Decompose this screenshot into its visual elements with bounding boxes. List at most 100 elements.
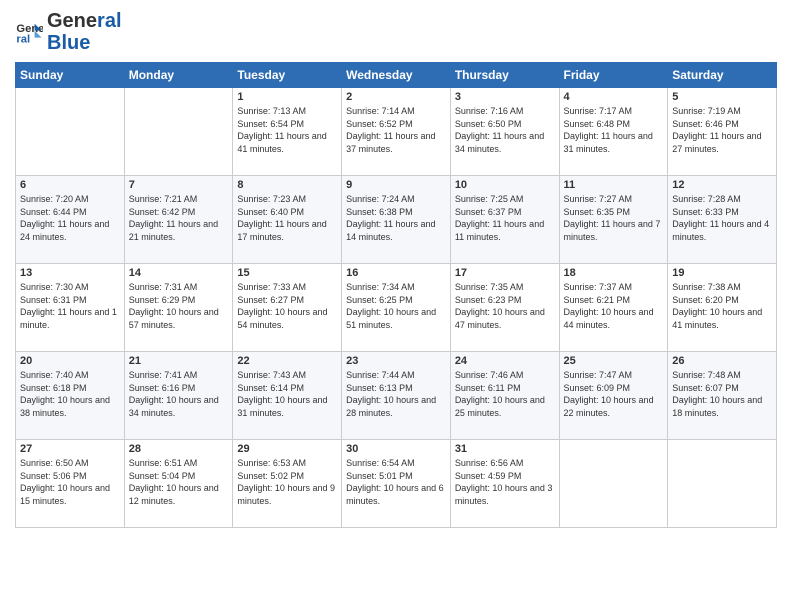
- day-info: Sunrise: 7:30 AM Sunset: 6:31 PM Dayligh…: [20, 281, 120, 331]
- calendar-cell: 23Sunrise: 7:44 AM Sunset: 6:13 PM Dayli…: [342, 352, 451, 440]
- day-number: 22: [237, 355, 337, 367]
- calendar-week-row: 20Sunrise: 7:40 AM Sunset: 6:18 PM Dayli…: [16, 352, 777, 440]
- day-info: Sunrise: 7:48 AM Sunset: 6:07 PM Dayligh…: [672, 369, 772, 419]
- calendar-cell: 22 Sunrise: 7:43 AM Sunset: 6:14 PM Dayli…: [233, 352, 342, 440]
- day-info: Sunrise: 7:47 AM Sunset: 6:09 PM Dayligh…: [564, 369, 664, 419]
- day-info: Sunrise: 7:43 AM Sunset: 6:14 PM Dayligh…: [237, 369, 337, 419]
- day-number: 4: [564, 91, 664, 103]
- calendar-cell: 31 Sunrise: 6:56 AM Sunset: 4:59 PM Dayli…: [450, 440, 559, 528]
- calendar-week-row: 6Sunrise: 7:20 AM Sunset: 6:44 PM Daylig…: [16, 176, 777, 264]
- calendar-header-row: SundayMondayTuesdayWednesdayThursdayFrid…: [16, 63, 777, 88]
- header: Gene ral GeneralBlue: [15, 10, 777, 54]
- calendar-day-header: Tuesday: [233, 63, 342, 88]
- day-number: 1: [237, 91, 337, 103]
- calendar-cell: 10 Sunrise: 7:25 AM Sunset: 6:37 PM Dayli…: [450, 176, 559, 264]
- day-number: 9: [346, 179, 446, 191]
- calendar-cell: 20Sunrise: 7:40 AM Sunset: 6:18 PM Dayli…: [16, 352, 125, 440]
- day-number: 24: [455, 355, 555, 367]
- day-number: 27: [20, 443, 120, 455]
- calendar-cell: 18Sunrise: 7:37 AM Sunset: 6:21 PM Dayli…: [559, 264, 668, 352]
- day-number: 17: [455, 267, 555, 279]
- day-info: Sunrise: 7:37 AM Sunset: 6:21 PM Dayligh…: [564, 281, 664, 331]
- day-info: Sunrise: 7:31 AM Sunset: 6:29 PM Dayligh…: [129, 281, 229, 331]
- calendar-cell: 24 Sunrise: 7:46 AM Sunset: 6:11 PM Dayli…: [450, 352, 559, 440]
- day-number: 8: [237, 179, 337, 191]
- day-number: 16: [346, 267, 446, 279]
- calendar-cell: 5Sunrise: 7:19 AM Sunset: 6:46 PM Daylig…: [668, 88, 777, 176]
- day-number: 26: [672, 355, 772, 367]
- day-info: Sunrise: 7:34 AM Sunset: 6:25 PM Dayligh…: [346, 281, 446, 331]
- calendar: SundayMondayTuesdayWednesdayThursdayFrid…: [15, 62, 777, 528]
- calendar-week-row: 27 Sunrise: 6:50 AM Sunset: 5:06 PM Dayli…: [16, 440, 777, 528]
- day-info: Sunrise: 6:50 AM Sunset: 5:06 PM Dayligh…: [20, 457, 120, 507]
- calendar-cell: 28 Sunrise: 6:51 AM Sunset: 5:04 PM Dayli…: [124, 440, 233, 528]
- day-info: Sunrise: 7:17 AM Sunset: 6:48 PM Dayligh…: [564, 105, 664, 155]
- day-info: Sunrise: 6:53 AM Sunset: 5:02 PM Dayligh…: [237, 457, 337, 507]
- calendar-cell: 3 Sunrise: 7:16 AM Sunset: 6:50 PM Daylig…: [450, 88, 559, 176]
- calendar-cell: 27 Sunrise: 6:50 AM Sunset: 5:06 PM Dayli…: [16, 440, 125, 528]
- calendar-cell: 29 Sunrise: 6:53 AM Sunset: 5:02 PM Dayli…: [233, 440, 342, 528]
- logo-text: GeneralBlue: [47, 10, 122, 54]
- logo-icon: Gene ral: [15, 18, 43, 46]
- day-number: 29: [237, 443, 337, 455]
- day-info: Sunrise: 6:54 AM Sunset: 5:01 PM Dayligh…: [346, 457, 446, 507]
- calendar-cell: 9 Sunrise: 7:24 AM Sunset: 6:38 PM Daylig…: [342, 176, 451, 264]
- svg-text:ral: ral: [16, 34, 30, 46]
- calendar-cell: 13 Sunrise: 7:30 AM Sunset: 6:31 PM Dayli…: [16, 264, 125, 352]
- day-number: 31: [455, 443, 555, 455]
- day-info: Sunrise: 6:51 AM Sunset: 5:04 PM Dayligh…: [129, 457, 229, 507]
- calendar-week-row: 1 Sunrise: 7:13 AM Sunset: 6:54 PM Daylig…: [16, 88, 777, 176]
- calendar-cell: 4 Sunrise: 7:17 AM Sunset: 6:48 PM Daylig…: [559, 88, 668, 176]
- calendar-day-header: Friday: [559, 63, 668, 88]
- calendar-cell: 12Sunrise: 7:28 AM Sunset: 6:33 PM Dayli…: [668, 176, 777, 264]
- day-number: 28: [129, 443, 229, 455]
- calendar-day-header: Wednesday: [342, 63, 451, 88]
- calendar-cell: 26 Sunrise: 7:48 AM Sunset: 6:07 PM Dayli…: [668, 352, 777, 440]
- calendar-cell: 7Sunrise: 7:21 AM Sunset: 6:42 PM Daylig…: [124, 176, 233, 264]
- calendar-cell: 14 Sunrise: 7:31 AM Sunset: 6:29 PM Dayli…: [124, 264, 233, 352]
- day-number: 21: [129, 355, 229, 367]
- day-info: Sunrise: 7:25 AM Sunset: 6:37 PM Dayligh…: [455, 193, 555, 243]
- day-number: 14: [129, 267, 229, 279]
- calendar-cell: 21 Sunrise: 7:41 AM Sunset: 6:16 PM Dayli…: [124, 352, 233, 440]
- day-info: Sunrise: 7:33 AM Sunset: 6:27 PM Dayligh…: [237, 281, 337, 331]
- calendar-cell: 19Sunrise: 7:38 AM Sunset: 6:20 PM Dayli…: [668, 264, 777, 352]
- day-info: Sunrise: 7:19 AM Sunset: 6:46 PM Dayligh…: [672, 105, 772, 155]
- day-info: Sunrise: 6:56 AM Sunset: 4:59 PM Dayligh…: [455, 457, 555, 507]
- day-number: 6: [20, 179, 120, 191]
- day-number: 10: [455, 179, 555, 191]
- calendar-week-row: 13 Sunrise: 7:30 AM Sunset: 6:31 PM Dayli…: [16, 264, 777, 352]
- calendar-cell: [124, 88, 233, 176]
- day-number: 20: [20, 355, 120, 367]
- calendar-cell: 6Sunrise: 7:20 AM Sunset: 6:44 PM Daylig…: [16, 176, 125, 264]
- day-number: 13: [20, 267, 120, 279]
- day-number: 3: [455, 91, 555, 103]
- calendar-cell: [16, 88, 125, 176]
- day-info: Sunrise: 7:13 AM Sunset: 6:54 PM Dayligh…: [237, 105, 337, 155]
- logo: Gene ral GeneralBlue: [15, 10, 122, 54]
- day-number: 19: [672, 267, 772, 279]
- calendar-cell: 30 Sunrise: 6:54 AM Sunset: 5:01 PM Dayli…: [342, 440, 451, 528]
- day-number: 30: [346, 443, 446, 455]
- calendar-cell: 2 Sunrise: 7:14 AM Sunset: 6:52 PM Daylig…: [342, 88, 451, 176]
- calendar-cell: [559, 440, 668, 528]
- calendar-day-header: Saturday: [668, 63, 777, 88]
- day-info: Sunrise: 7:14 AM Sunset: 6:52 PM Dayligh…: [346, 105, 446, 155]
- calendar-cell: 17Sunrise: 7:35 AM Sunset: 6:23 PM Dayli…: [450, 264, 559, 352]
- day-info: Sunrise: 7:24 AM Sunset: 6:38 PM Dayligh…: [346, 193, 446, 243]
- day-info: Sunrise: 7:28 AM Sunset: 6:33 PM Dayligh…: [672, 193, 772, 243]
- day-number: 25: [564, 355, 664, 367]
- day-info: Sunrise: 7:16 AM Sunset: 6:50 PM Dayligh…: [455, 105, 555, 155]
- day-number: 11: [564, 179, 664, 191]
- calendar-cell: [668, 440, 777, 528]
- day-number: 2: [346, 91, 446, 103]
- day-info: Sunrise: 7:46 AM Sunset: 6:11 PM Dayligh…: [455, 369, 555, 419]
- calendar-cell: 15Sunrise: 7:33 AM Sunset: 6:27 PM Dayli…: [233, 264, 342, 352]
- day-info: Sunrise: 7:44 AM Sunset: 6:13 PM Dayligh…: [346, 369, 446, 419]
- calendar-cell: 16 Sunrise: 7:34 AM Sunset: 6:25 PM Dayli…: [342, 264, 451, 352]
- day-info: Sunrise: 7:41 AM Sunset: 6:16 PM Dayligh…: [129, 369, 229, 419]
- calendar-day-header: Monday: [124, 63, 233, 88]
- calendar-cell: 11Sunrise: 7:27 AM Sunset: 6:35 PM Dayli…: [559, 176, 668, 264]
- calendar-day-header: Thursday: [450, 63, 559, 88]
- day-number: 7: [129, 179, 229, 191]
